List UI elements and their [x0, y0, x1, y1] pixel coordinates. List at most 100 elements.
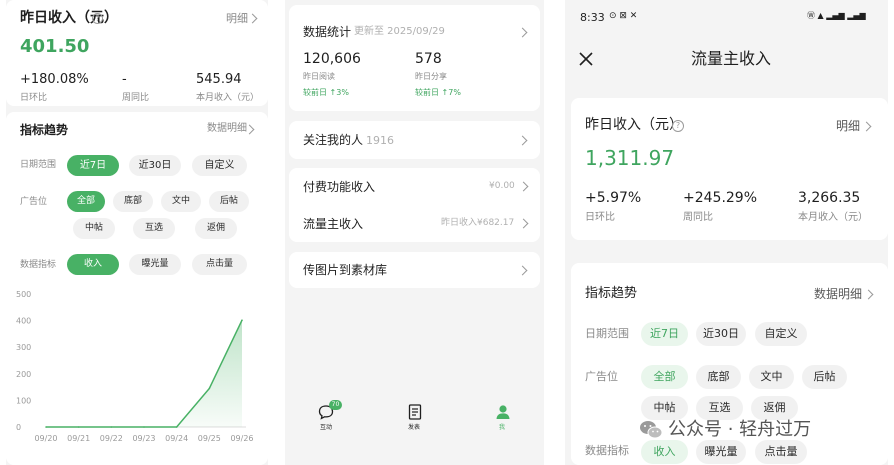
followers-label: 关注我的人 — [303, 133, 364, 147]
y-tick-label: 300 — [16, 343, 31, 352]
upload-image-label: 传图片到素材库 — [303, 263, 388, 277]
stats-updated: 更新至 2025/09/29 — [354, 26, 445, 37]
stat-week-label: 周同比 — [122, 93, 150, 103]
date-option-custom[interactable]: 自定义 — [755, 322, 807, 346]
ad-option-inline[interactable]: 文中 — [749, 365, 794, 389]
data-point — [45, 426, 47, 428]
date-option-7d[interactable]: 近7日 — [641, 322, 688, 346]
watermark: 公众号 · 轻舟过万 — [639, 418, 879, 444]
paid-features-row[interactable]: 付费功能收入 ¥0.00 — [289, 168, 540, 205]
x-tick-label: 09/20 — [34, 434, 57, 443]
date-range-label: 日期范围 — [20, 160, 57, 170]
stat-reads-label: 昨日阅读 — [303, 72, 335, 81]
upload-image-row[interactable]: 传图片到素材库 — [289, 252, 540, 288]
x-tick-label: 09/22 — [100, 434, 123, 443]
status-time: 8:33 — [580, 11, 605, 24]
stat-week-value: - — [122, 72, 127, 87]
x-tick-label: 09/24 — [165, 434, 188, 443]
chevron-right-icon — [517, 135, 528, 146]
stat-month-value: 3,266.35 — [798, 190, 861, 206]
date-option-30d[interactable]: 近30日 — [696, 322, 746, 346]
ad-option-rebate[interactable]: 返佣 — [195, 218, 237, 239]
user-icon — [496, 405, 510, 419]
traffic-income-row[interactable]: 流量主收入 昨日收入¥682.17 — [289, 205, 540, 242]
data-point — [208, 387, 211, 390]
trend-detail-link[interactable]: 数据明细 — [207, 124, 247, 134]
nav-interact-label: 互动 — [320, 424, 333, 431]
yesterday-income-title: 昨日收入（元） — [20, 10, 118, 26]
stat-shares-delta: 较前日 ↑7% — [415, 88, 461, 97]
data-point — [143, 426, 145, 428]
chevron-right-icon — [518, 218, 529, 229]
y-tick-label: 500 — [16, 290, 31, 299]
metric-option-clicks[interactable]: 点击量 — [192, 254, 247, 275]
stat-shares-value: 578 — [415, 51, 442, 67]
nav-publish[interactable]: 发表 — [400, 400, 430, 434]
ad-option-bottom[interactable]: 底部 — [696, 365, 741, 389]
stat-week-label: 周同比 — [683, 212, 713, 223]
watermark-text: 公众号 · 轻舟过万 — [668, 419, 812, 440]
followers-count: 1916 — [366, 134, 394, 147]
stat-month-value: 545.94 — [196, 72, 242, 87]
page-title: 流量主收入 — [691, 49, 772, 68]
ad-slot-label: 广告位 — [585, 370, 618, 383]
income-group: 付费功能收入 ¥0.00 流量主收入 昨日收入¥682.17 — [289, 168, 540, 242]
metric-option-exposure[interactable]: 曝光量 — [129, 254, 181, 275]
nav-me-label: 我 — [499, 424, 506, 431]
info-icon[interactable]: ? — [92, 13, 103, 24]
paid-features-value: ¥0.00 — [489, 181, 515, 191]
traffic-income-value: 昨日收入¥682.17 — [441, 218, 515, 228]
ad-option-after[interactable]: 后帖 — [802, 365, 847, 389]
ad-option-middle[interactable]: 中帖 — [641, 396, 688, 420]
ad-option-inline[interactable]: 文中 — [161, 191, 201, 212]
chevron-right-icon — [518, 181, 529, 192]
ad-option-select[interactable]: 互选 — [133, 218, 175, 239]
stat-reads-value: 120,606 — [303, 51, 361, 67]
detail-link[interactable]: 明细 — [836, 120, 860, 132]
stat-shares-label: 昨日分享 — [415, 72, 447, 81]
ad-option-all[interactable]: 全部 — [67, 191, 105, 212]
date-option-7d[interactable]: 近7日 — [67, 155, 119, 176]
yesterday-income-value: 401.50 — [20, 36, 90, 57]
paid-features-label: 付费功能收入 — [303, 180, 376, 194]
ad-option-select[interactable]: 互选 — [696, 396, 743, 420]
stats-title: 数据统计 — [303, 25, 352, 39]
metric-label: 数据指标 — [585, 444, 629, 457]
income-area — [46, 320, 242, 427]
x-tick-label: 09/21 — [67, 434, 90, 443]
ad-option-bottom[interactable]: 底部 — [113, 191, 153, 212]
date-option-30d[interactable]: 近30日 — [129, 155, 181, 176]
metric-option-income[interactable]: 收入 — [67, 254, 119, 275]
nav-me[interactable]: 我 — [488, 400, 518, 434]
ad-option-middle[interactable]: 中帖 — [73, 218, 115, 239]
ad-option-after[interactable]: 后帖 — [209, 191, 249, 212]
x-tick-label: 09/23 — [132, 434, 155, 443]
stat-day-value: +180.08% — [20, 72, 89, 87]
stat-day-value: +5.97% — [585, 190, 642, 206]
chevron-right-icon — [517, 27, 528, 38]
stat-month-label: 本月收入（元） — [798, 212, 868, 223]
followers-row[interactable]: 关注我的人 1916 — [289, 121, 540, 159]
ad-option-all[interactable]: 全部 — [641, 365, 688, 389]
stat-day-label: 日环比 — [585, 212, 615, 223]
chevron-right-icon — [861, 121, 872, 132]
stat-day-label: 日环比 — [20, 93, 48, 103]
stat-reads-delta: 较前日 ↑3% — [303, 88, 349, 97]
document-icon — [408, 404, 422, 420]
close-icon[interactable] — [579, 52, 593, 66]
chevron-right-icon — [517, 265, 528, 276]
info-icon[interactable]: ? — [672, 120, 684, 132]
status-signal-icons: Ⓦ ▲ ▂▄▆ ▂▄▆ — [807, 11, 866, 20]
yesterday-income-card: 昨日收入（元） ? 明细 1,311.97 +5.97% 日环比 +245.29… — [571, 98, 888, 240]
detail-link[interactable]: 明细 — [226, 13, 248, 24]
x-tick-label: 09/26 — [230, 434, 253, 443]
nav-interact[interactable]: 70 互动 — [312, 400, 342, 434]
date-option-custom[interactable]: 自定义 — [192, 155, 247, 176]
metric-label: 数据指标 — [20, 260, 57, 270]
data-stats-card[interactable]: 数据统计 更新至 2025/09/29 120,606 昨日阅读 较前日 ↑3%… — [289, 5, 540, 111]
trend-detail-link[interactable]: 数据明细 — [814, 288, 862, 300]
data-point — [110, 426, 113, 428]
traffic-income-label: 流量主收入 — [303, 217, 364, 231]
bottom-nav: 70 互动 发表 我 — [285, 390, 544, 442]
ad-option-rebate[interactable]: 返佣 — [751, 396, 798, 420]
